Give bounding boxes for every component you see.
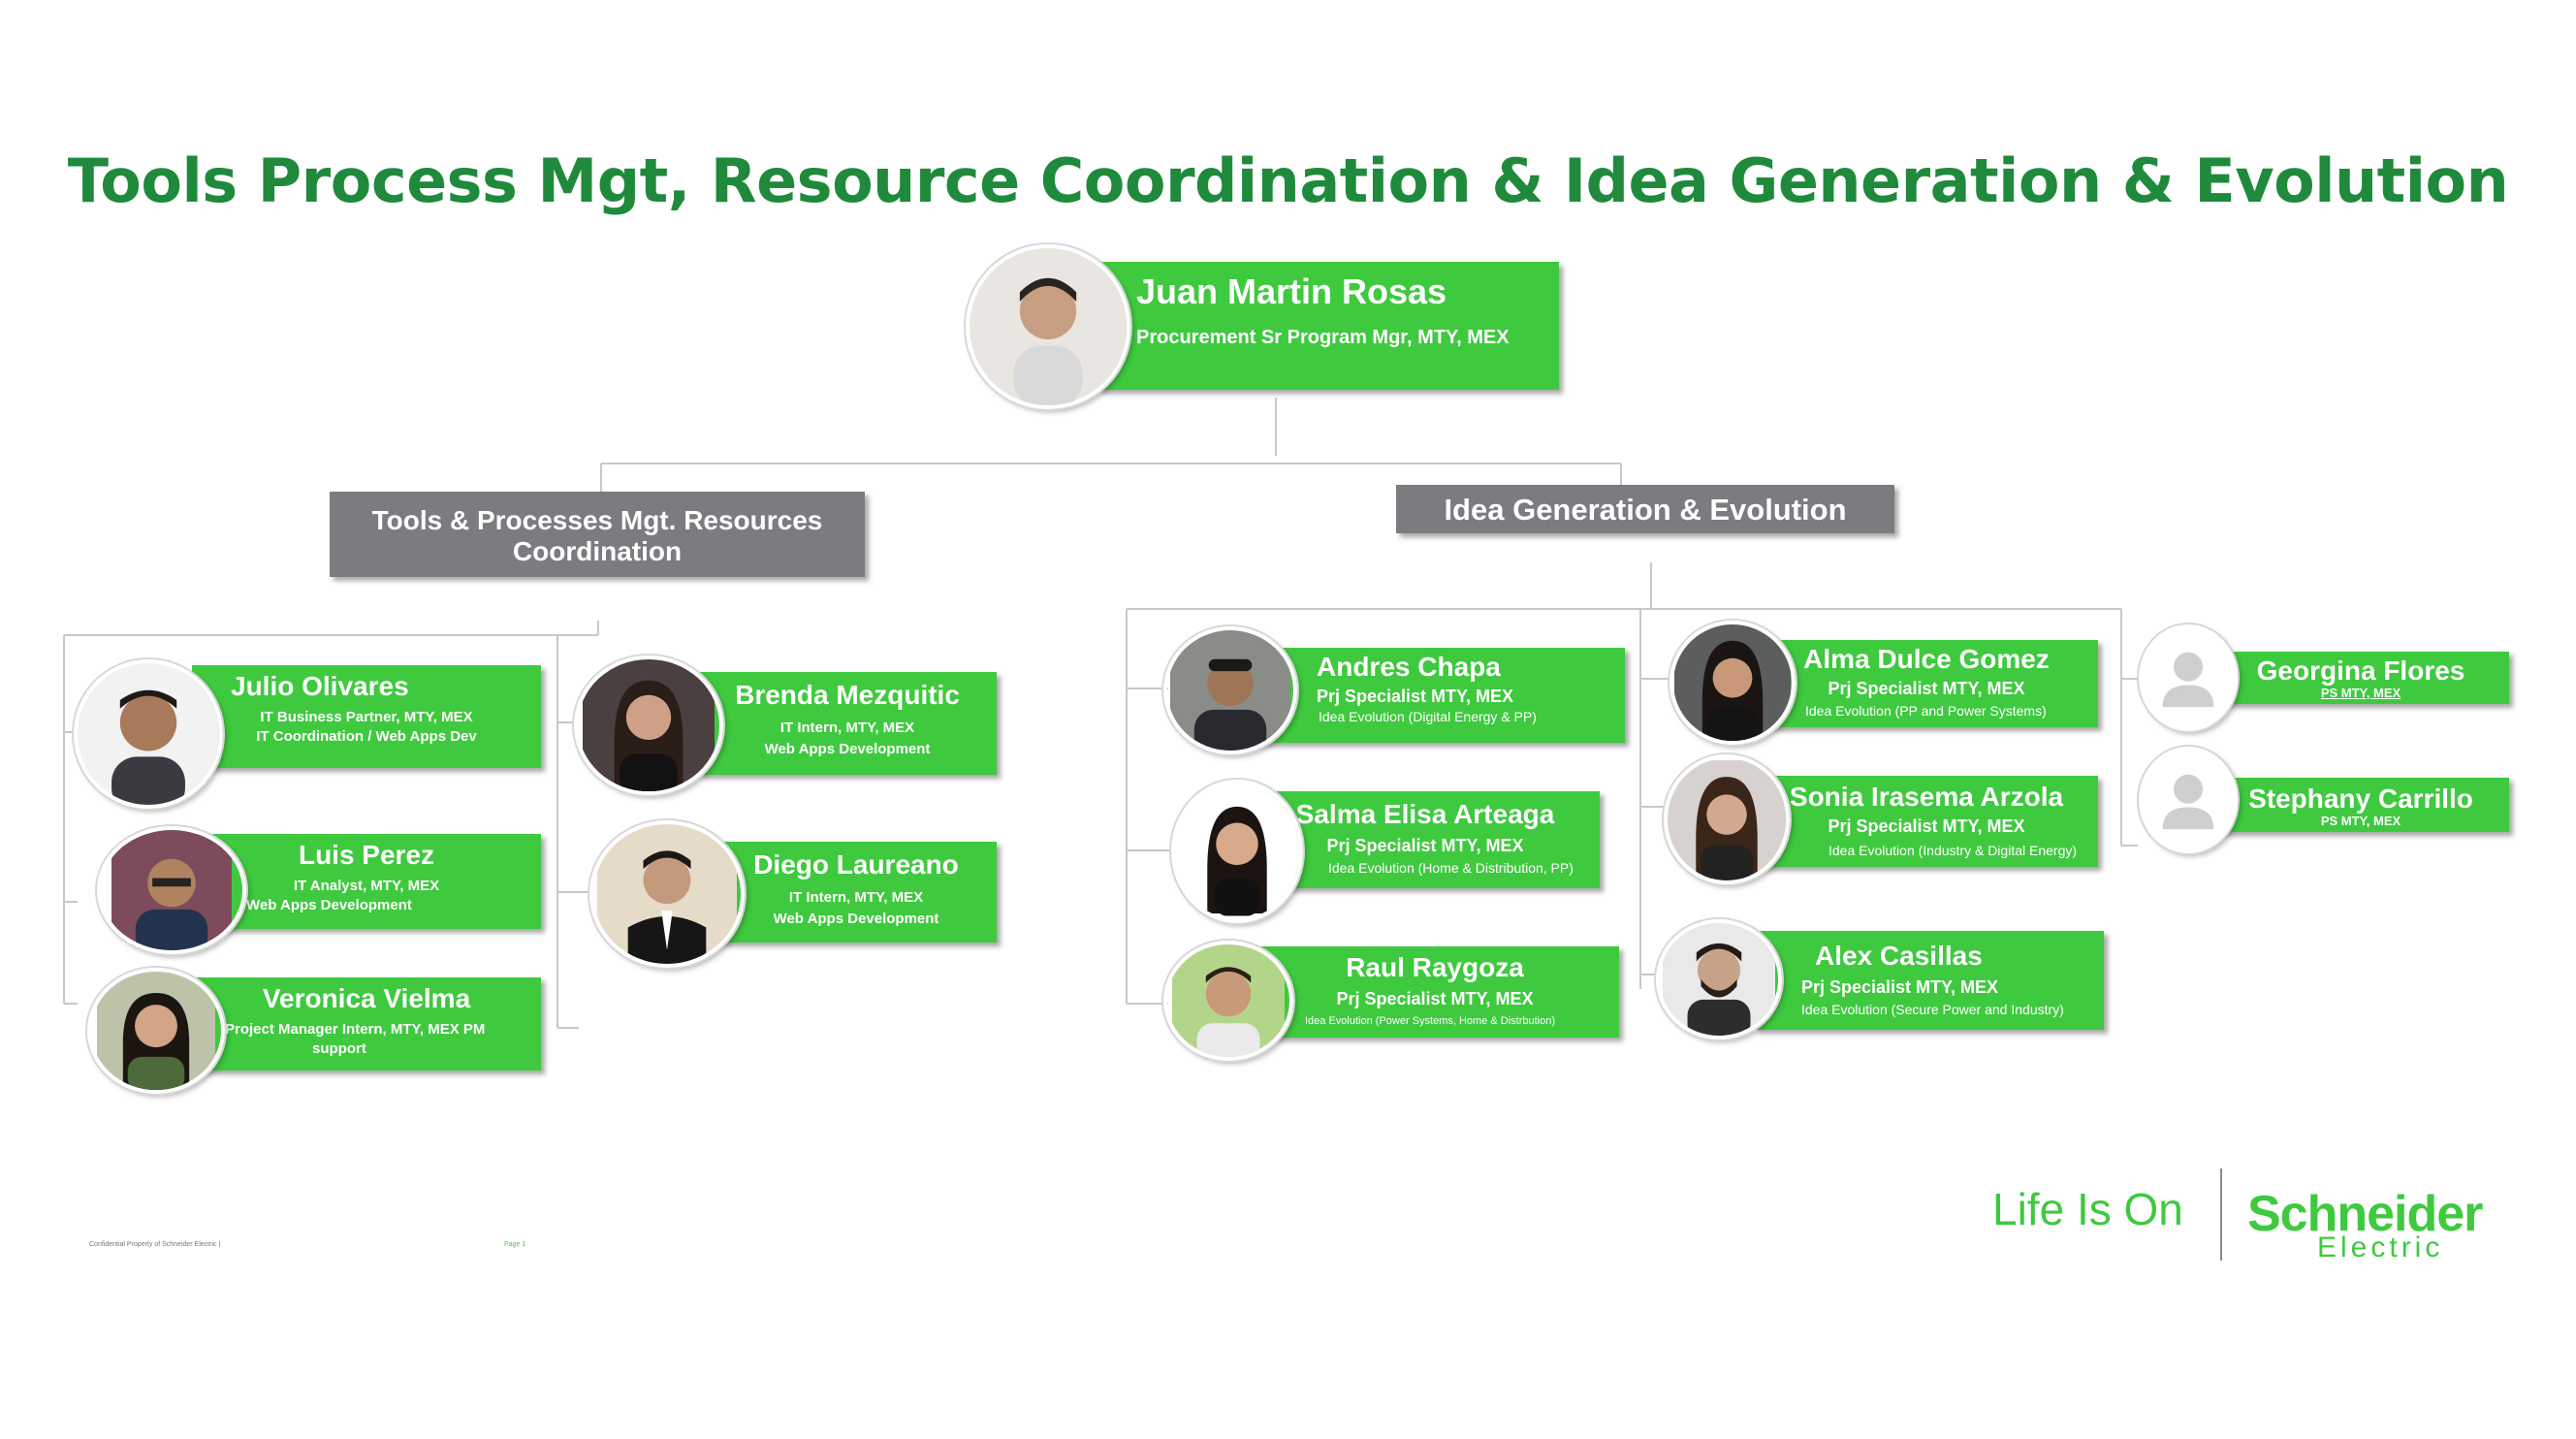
group-header-tools: Tools & Processes Mgt. Resources Coordin… bbox=[330, 492, 865, 577]
person-card-brenda: Brenda Mezquitic IT Intern, MTY, MEX Web… bbox=[698, 672, 997, 775]
avatar bbox=[97, 826, 246, 954]
person-card-diego: Diego Laureano IT Intern, MTY, MEX Web A… bbox=[716, 842, 997, 943]
avatar-placeholder-icon bbox=[2139, 624, 2238, 731]
avatar bbox=[87, 968, 225, 1094]
person-card-alma: Alma Dulce Gomez Prj Specialist MTY, MEX… bbox=[1755, 640, 2098, 727]
avatar bbox=[1171, 780, 1303, 923]
person-card-andres: Andres Chapa Prj Specialist MTY, MEX Ide… bbox=[1251, 648, 1625, 743]
electric-logo: Electric bbox=[2317, 1231, 2444, 1263]
manager-card: Juan Martin Rosas Procurement Sr Program… bbox=[1097, 262, 1559, 390]
person-card-sonia: Sonia Irasema Arzola Prj Specialist MTY,… bbox=[1755, 776, 2098, 867]
person-card-salma: Salma Elisa Arteaga Prj Specialist MTY, … bbox=[1251, 791, 1600, 888]
avatar bbox=[574, 656, 723, 795]
page-number: Page 1 bbox=[504, 1241, 526, 1248]
avatar bbox=[966, 244, 1130, 409]
person-card-alex: Alex Casillas Prj Specialist MTY, MEX Id… bbox=[1755, 931, 2104, 1030]
person-card-stephany: Stephany Carrillo PS MTY, MEX bbox=[2212, 778, 2509, 832]
avatar bbox=[1163, 626, 1297, 754]
person-card-raul: Raul Raygoza Prj Specialist MTY, MEX Ide… bbox=[1251, 946, 1619, 1038]
person-role: Procurement Sr Program Mgr, MTY, MEX bbox=[1136, 327, 1510, 349]
person-card-veronica: Veronica Vielma Project Manager Intern, … bbox=[192, 977, 541, 1071]
avatar-placeholder-icon bbox=[2139, 747, 2238, 853]
avatar bbox=[1664, 754, 1790, 884]
logo-divider bbox=[2220, 1168, 2222, 1261]
confidential-note: Confidential Property of Schneider Elect… bbox=[89, 1241, 221, 1248]
person-card-georgina: Georgina Flores PS MTY, MEX bbox=[2212, 652, 2509, 704]
avatar bbox=[1670, 621, 1796, 745]
life-is-on-logo: Life Is On bbox=[1992, 1184, 2183, 1234]
avatar bbox=[74, 659, 223, 809]
avatar bbox=[589, 820, 745, 968]
person-card-julio: Julio Olivares IT Business Partner, MTY,… bbox=[192, 665, 541, 768]
person-name: Juan Martin Rosas bbox=[1136, 272, 1447, 311]
avatar bbox=[1656, 919, 1782, 1039]
group-header-idea: Idea Generation & Evolution bbox=[1396, 485, 1894, 533]
avatar bbox=[1163, 941, 1293, 1061]
